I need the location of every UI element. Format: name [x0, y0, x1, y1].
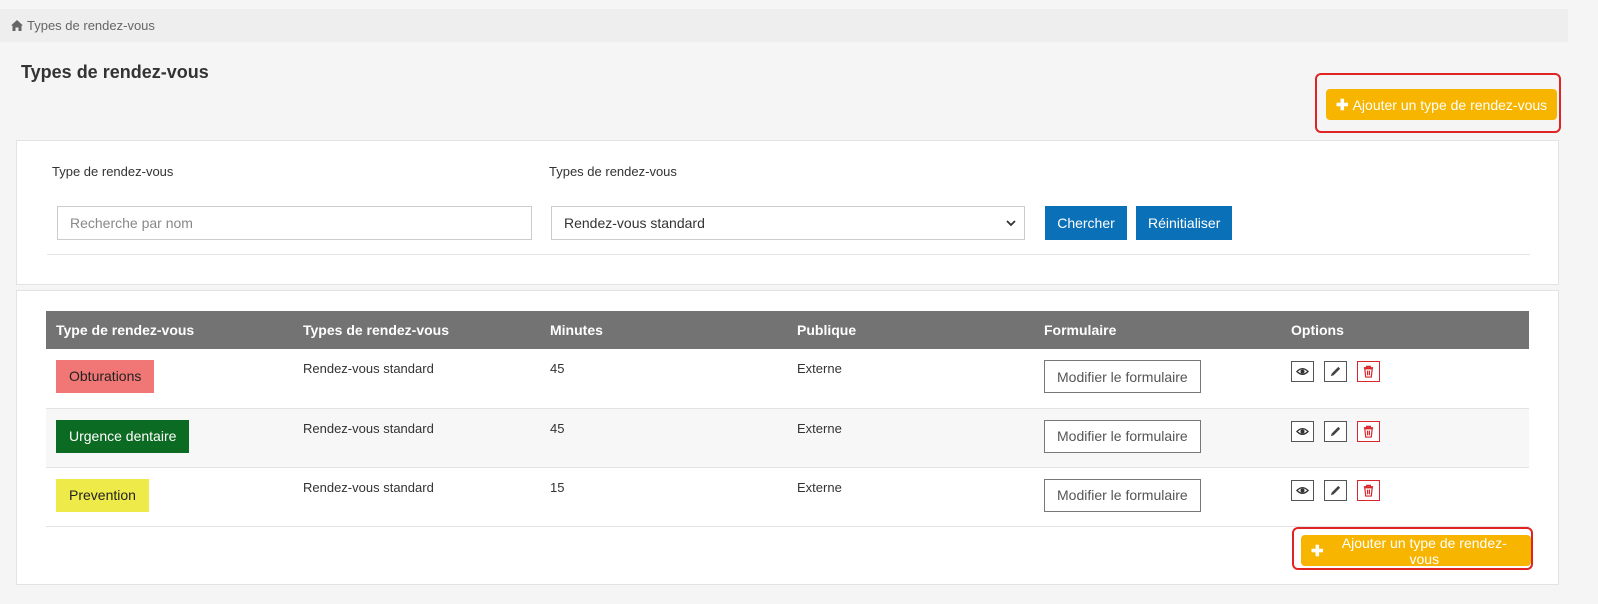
- eye-icon: [1296, 427, 1309, 435]
- column-header-options: Options: [1291, 322, 1344, 338]
- pencil-icon: [1330, 366, 1341, 377]
- pencil-icon: [1330, 426, 1341, 436]
- row-options: [1291, 361, 1529, 382]
- plus-icon: ✚: [1311, 542, 1324, 560]
- edit-form-button[interactable]: Modifier le formulaire: [1044, 419, 1201, 453]
- page-title: Types de rendez-vous: [21, 62, 209, 82]
- row-options: [1291, 479, 1529, 501]
- minutes-cell: 45: [550, 420, 565, 436]
- column-header-type[interactable]: Type de rendez-vous: [46, 311, 293, 349]
- minutes-cell: 15: [550, 479, 565, 495]
- category-cell: Rendez-vous standard: [303, 420, 434, 436]
- edit-button[interactable]: [1324, 361, 1347, 382]
- type-tag: Prevention: [56, 478, 149, 512]
- add-appointment-type-button-bottom[interactable]: ✚ Ajouter un type de rendez-vous: [1301, 534, 1531, 567]
- table-row: Prevention Rendez-vous standard 15 Exter…: [46, 467, 1529, 526]
- column-header-form[interactable]: Formulaire: [1034, 311, 1281, 349]
- breadcrumb: Types de rendez-vous: [0, 9, 1568, 42]
- trash-icon: [1363, 425, 1374, 438]
- category-select[interactable]: Rendez-vous standard: [551, 206, 1025, 240]
- add-button-highlight-top: ✚ Ajouter un type de rendez-vous: [1315, 73, 1561, 133]
- eye-icon: [1296, 368, 1309, 375]
- add-appointment-type-button-top[interactable]: ✚ Ajouter un type de rendez-vous: [1326, 89, 1558, 120]
- add-button-label: Ajouter un type de rendez-vous: [1352, 96, 1548, 113]
- edit-button[interactable]: [1324, 420, 1347, 442]
- edit-form-button[interactable]: Modifier le formulaire: [1044, 478, 1201, 512]
- public-cell: Externe: [797, 361, 842, 376]
- table-header-row: Type de rendez-vous Types de rendez-vous…: [46, 311, 1529, 349]
- column-header-category[interactable]: Types de rendez-vous: [293, 311, 540, 349]
- table-row: Obturations Rendez-vous standard 45 Exte…: [46, 349, 1529, 408]
- category-cell: Rendez-vous standard: [303, 361, 434, 376]
- delete-button[interactable]: [1357, 361, 1380, 382]
- public-cell: Externe: [797, 420, 842, 436]
- category-filter-label: Types de rendez-vous: [549, 164, 677, 179]
- type-tag: Urgence dentaire: [56, 419, 190, 453]
- trash-icon: [1363, 484, 1374, 497]
- column-header-public[interactable]: Publique: [787, 311, 1034, 349]
- minutes-cell: 45: [550, 361, 565, 376]
- trash-icon: [1363, 365, 1374, 378]
- appointment-types-table: Type de rendez-vous Types de rendez-vous…: [46, 311, 1529, 527]
- add-button-label: Ajouter un type de rendez-vous: [1341, 534, 1507, 567]
- pencil-icon: [1330, 485, 1341, 495]
- search-button[interactable]: Chercher: [1045, 206, 1127, 240]
- delete-button[interactable]: [1357, 420, 1380, 442]
- add-button-highlight-bottom: ✚ Ajouter un type de rendez-vous: [1292, 527, 1533, 570]
- category-cell: Rendez-vous standard: [303, 479, 434, 495]
- eye-icon: [1296, 486, 1309, 494]
- view-button[interactable]: [1291, 420, 1314, 442]
- breadcrumb-link[interactable]: Types de rendez-vous: [27, 18, 155, 33]
- divider: [47, 254, 1530, 255]
- plus-icon: ✚: [1336, 96, 1349, 114]
- category-select-value: Rendez-vous standard: [564, 215, 705, 231]
- edit-form-button[interactable]: Modifier le formulaire: [1044, 360, 1201, 393]
- name-filter-label: Type de rendez-vous: [52, 164, 174, 179]
- view-button[interactable]: [1291, 479, 1314, 501]
- chevron-down-icon: [1006, 220, 1016, 227]
- column-header-minutes[interactable]: Minutes: [540, 311, 787, 349]
- row-options: [1291, 420, 1529, 442]
- search-input[interactable]: [57, 206, 532, 240]
- filter-panel: Type de rendez-vous Types de rendez-vous…: [16, 140, 1559, 285]
- type-tag: Obturations: [56, 360, 155, 393]
- delete-button[interactable]: [1357, 479, 1380, 501]
- public-cell: Externe: [797, 479, 842, 495]
- edit-button[interactable]: [1324, 479, 1347, 501]
- table-row: Urgence dentaire Rendez-vous standard 45…: [46, 408, 1529, 467]
- view-button[interactable]: [1291, 361, 1314, 382]
- reset-button[interactable]: Réinitialiser: [1136, 206, 1232, 240]
- home-icon[interactable]: [11, 20, 23, 31]
